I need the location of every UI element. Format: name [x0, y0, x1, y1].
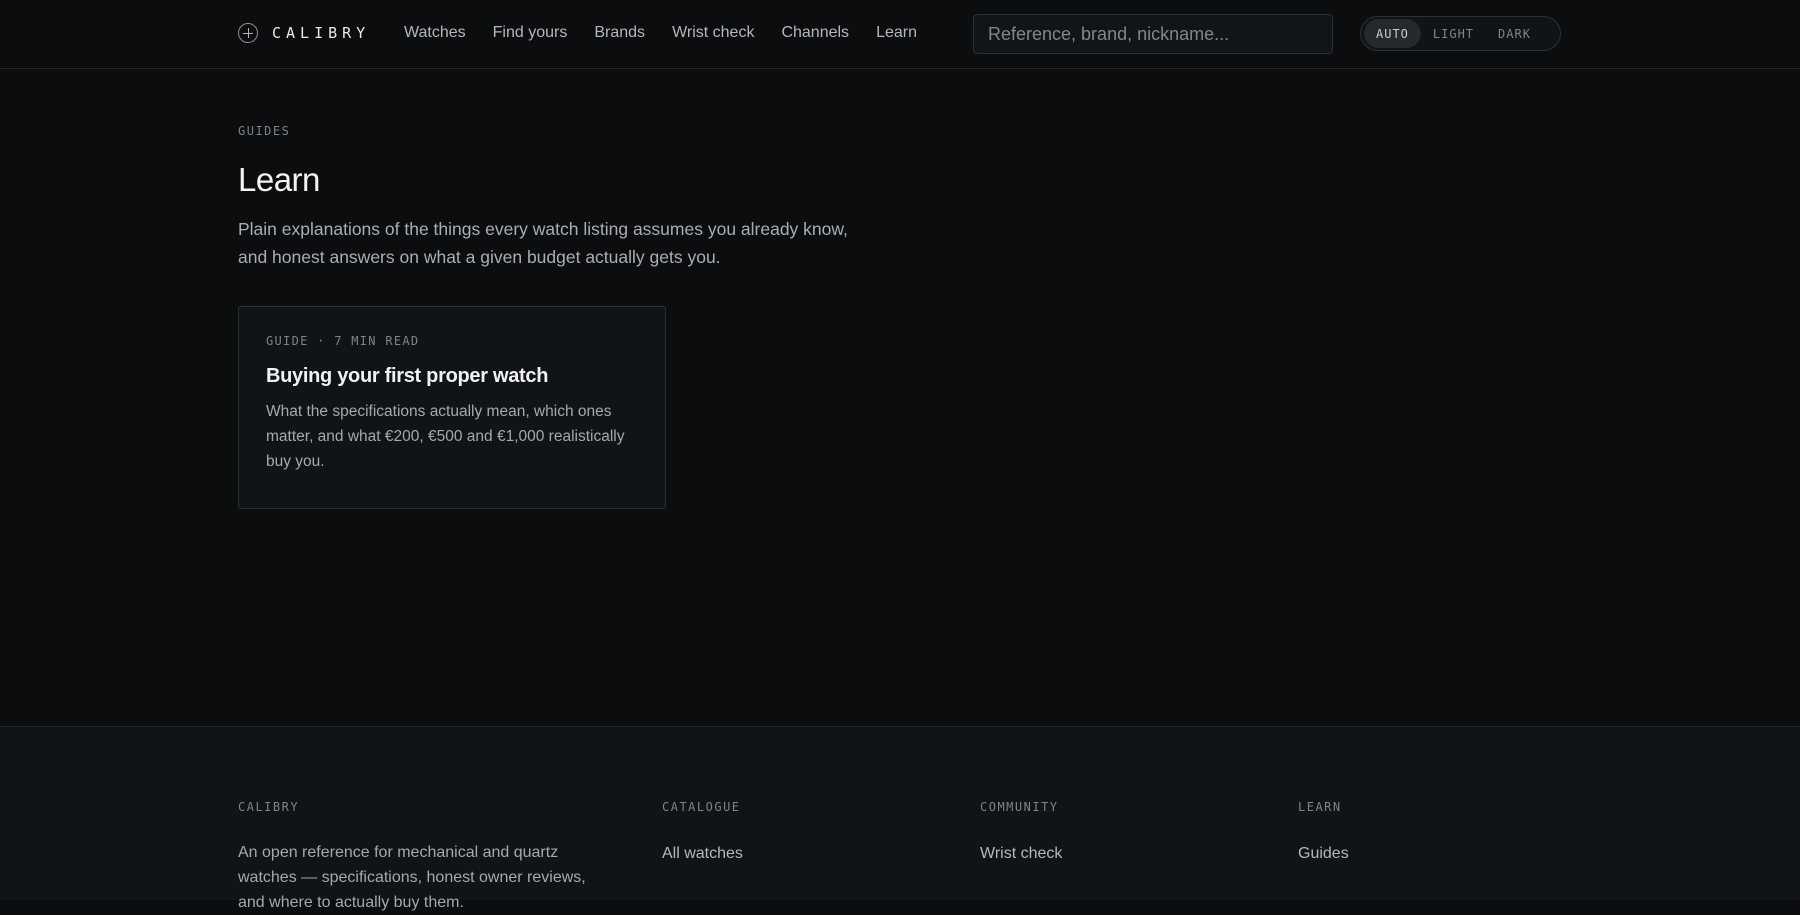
- nav-link-learn[interactable]: Learn: [876, 22, 917, 44]
- footer-brand-heading: CALIBRY: [238, 800, 300, 814]
- page-title: Learn: [238, 161, 320, 198]
- site-footer: CALIBRY An open reference for mechanical…: [0, 726, 1800, 911]
- guide-card[interactable]: GUIDE · 7 MIN READ Buying your first pro…: [238, 306, 666, 509]
- theme-option-dark[interactable]: DARK: [1486, 19, 1543, 48]
- footer-link-all-watches[interactable]: All watches: [662, 845, 743, 863]
- guide-description: What the specifications actually mean, w…: [266, 403, 625, 470]
- guide-title: Buying your first proper watch: [266, 365, 549, 387]
- nav-link-find-yours[interactable]: Find yours: [493, 22, 568, 44]
- footer-catalogue-column: CATALOGUE All watches: [662, 800, 743, 863]
- theme-option-light[interactable]: LIGHT: [1421, 19, 1486, 48]
- section-eyebrow: GUIDES: [238, 124, 291, 138]
- crosshair-logo-icon: [238, 23, 258, 43]
- nav-link-watches[interactable]: Watches: [404, 22, 466, 44]
- site-logo[interactable]: CALIBRY: [238, 23, 370, 43]
- guide-meta: GUIDE · 7 MIN READ: [266, 334, 420, 348]
- footer-column-heading: CATALOGUE: [662, 800, 741, 814]
- page-lead: Plain explanations of the things every w…: [238, 219, 848, 267]
- footer-community-column: COMMUNITY Wrist check: [980, 800, 1062, 863]
- top-navigation-bar: CALIBRY Watches Find yours Brands Wrist …: [0, 0, 1800, 69]
- nav-link-wrist-check[interactable]: Wrist check: [672, 22, 754, 44]
- footer-link-guides[interactable]: Guides: [1298, 845, 1349, 863]
- footer-column-heading: COMMUNITY: [980, 800, 1059, 814]
- theme-switcher: AUTO LIGHT DARK: [1360, 16, 1561, 51]
- footer-brand-text: An open reference for mechanical and qua…: [238, 844, 586, 911]
- footer-column-heading: LEARN: [1298, 800, 1342, 814]
- footer-brand-column: CALIBRY An open reference for mechanical…: [238, 800, 598, 915]
- main-nav: Watches Find yours Brands Wrist check Ch…: [404, 22, 944, 44]
- nav-link-channels[interactable]: Channels: [781, 22, 849, 44]
- search-input[interactable]: [973, 14, 1333, 54]
- footer-learn-column: LEARN Guides: [1298, 800, 1349, 863]
- logo-wordmark: CALIBRY: [272, 24, 371, 42]
- footer-link-wrist-check[interactable]: Wrist check: [980, 845, 1062, 863]
- theme-option-auto[interactable]: AUTO: [1364, 19, 1421, 48]
- nav-link-brands[interactable]: Brands: [594, 22, 645, 44]
